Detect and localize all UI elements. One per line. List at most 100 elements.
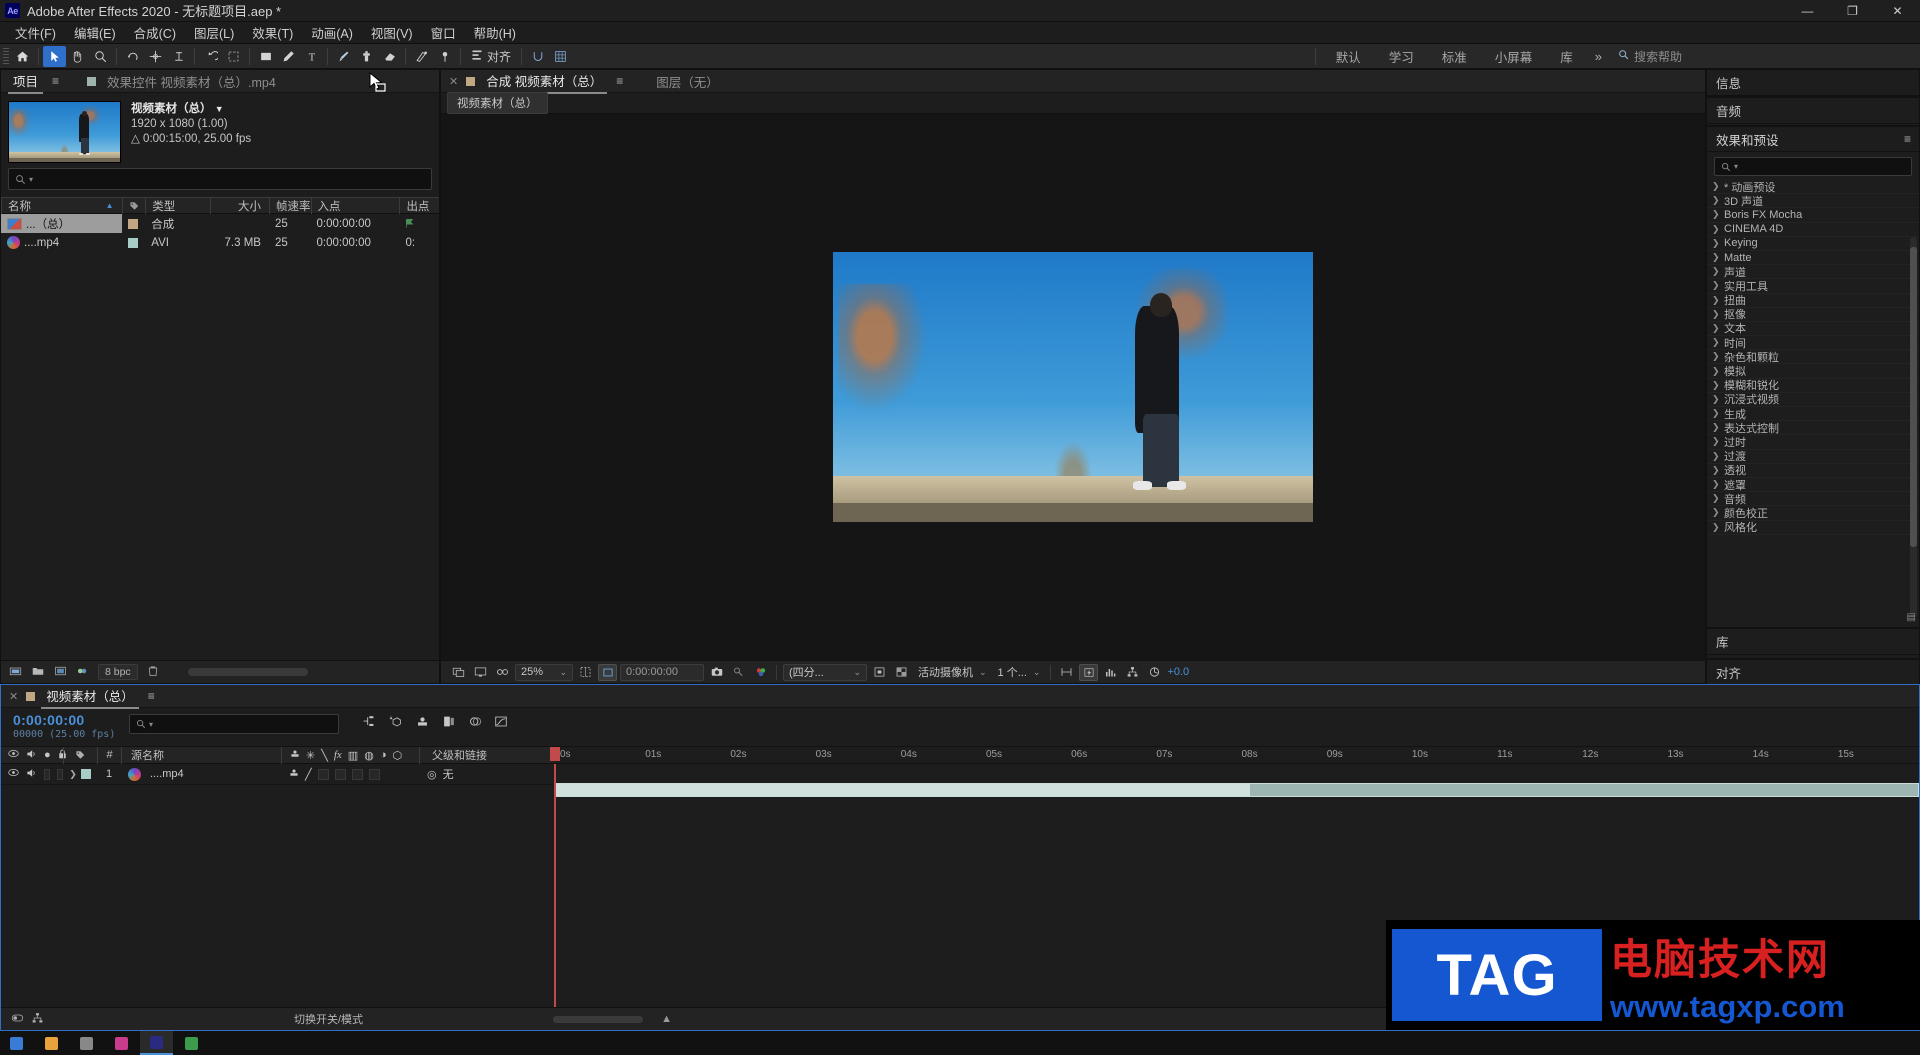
close-icon[interactable]: ✕ [449,75,458,88]
puppet-pin-tool-icon[interactable] [433,46,456,67]
tab-composition[interactable]: 合成 视频素材（总） [481,68,608,94]
search-dropdown-caret-icon[interactable]: ▾ [1734,162,1738,171]
workspace-default[interactable]: 默认 [1322,44,1375,69]
audio-icon[interactable] [26,749,37,762]
effects-icon[interactable]: fx [334,749,342,761]
exposure-reset-icon[interactable] [1145,664,1164,681]
chevron-right-icon[interactable]: ❯ [1712,280,1720,291]
column-header-type[interactable]: 类型 [145,197,209,214]
3d-glasses-icon[interactable] [493,664,512,681]
brush-tool-icon[interactable] [332,46,355,67]
menu-layer[interactable]: 图层(L) [185,21,243,44]
taskbar-item-after-effects[interactable] [140,1031,173,1055]
effects-panel-menu-icon[interactable]: ≡ [1904,132,1911,146]
menu-effect[interactable]: 效果(T) [243,21,302,44]
chevron-right-icon[interactable]: ❯ [1712,493,1720,504]
timeline-panel-menu-icon[interactable]: ≡ [148,689,155,703]
toggle-switches-modes-label[interactable]: 切换开关/模式 [294,1011,363,1027]
chevron-right-icon[interactable]: ❯ [1712,479,1720,490]
layer-adjustment-toggle[interactable] [368,768,380,780]
frame-blending-icon[interactable] [442,715,456,731]
taskbar-item-1[interactable] [35,1031,68,1055]
close-icon[interactable]: ✕ [9,690,18,703]
chevron-right-icon[interactable]: ❯ [1712,351,1720,362]
shy-icon[interactable] [290,749,300,761]
tab-timeline-comp[interactable]: 视频素材（总） [41,683,139,709]
pixel-aspect-correction-icon[interactable] [1057,664,1076,681]
menu-window[interactable]: 窗口 [422,21,465,44]
camera-select[interactable]: 活动摄像机 ⌄ [914,664,991,681]
toggle-switches-icon[interactable] [11,1012,24,1027]
timeline-current-time[interactable]: 0:00:00:00 00000 (25.00 fps) [1,708,129,740]
roto-brush-tool-icon[interactable] [410,46,433,67]
new-folder-icon[interactable]: ▤ [1907,612,1916,623]
region-of-interest-icon[interactable] [598,663,617,681]
project-search-input[interactable]: ▾ [8,168,432,190]
chevron-right-icon[interactable]: ❯ [1712,366,1720,377]
chevron-right-icon[interactable]: ❯ [1712,266,1720,277]
minimize-button[interactable]: — [1785,0,1830,22]
chevron-right-icon[interactable]: ❯ [1712,522,1720,533]
timeline-zoom-slider[interactable] [553,1015,644,1023]
resolution-select[interactable]: (四分... ⌄ [783,663,867,681]
comp-flowchart-icon[interactable] [31,1012,44,1027]
chevron-right-icon[interactable]: ❯ [1712,238,1720,249]
frame-blend-icon[interactable]: ▥ [348,749,358,762]
chevron-right-icon[interactable]: ❯ [1712,323,1720,334]
selection-tool-icon[interactable] [43,45,66,67]
zoom-out-icon[interactable]: ▲ [661,1013,672,1025]
effects-search-input[interactable]: ▾ [1714,157,1912,176]
histogram-icon[interactable] [1101,664,1120,681]
chevron-down-icon[interactable]: ▼ [215,104,224,114]
zoom-level-select[interactable]: 25% ⌄ [515,663,573,681]
table-row[interactable]: ....mp4 AVI 7.3 MB 25 0:00:00:00 0: [1,233,439,252]
info-panel-title[interactable]: 信息 [1707,70,1919,96]
row-label-cell[interactable] [122,214,146,233]
column-header-source-name[interactable]: 源名称 [121,746,281,764]
layer-motionblur-toggle[interactable] [351,768,363,780]
pen-tool-icon[interactable] [277,46,300,67]
color-depth-button[interactable]: 8 bpc [98,664,138,680]
always-preview-icon[interactable] [449,664,468,681]
effects-category-row[interactable]: ❯ Keying [1707,237,1919,251]
delete-icon[interactable] [147,665,159,680]
camera-tool-icon[interactable] [144,46,167,67]
views-select[interactable]: 1 个... ⌄ [994,664,1045,681]
project-panel-menu-icon[interactable]: ≡ [52,74,59,88]
draft-3d-icon[interactable] [388,715,403,731]
row-label-cell[interactable] [122,233,146,252]
layer-quality-toggle[interactable]: ╱ [305,768,312,781]
new-folder-icon[interactable] [9,665,22,680]
composition-mini-flowchart-icon[interactable] [361,715,376,731]
column-header-parent-link[interactable]: 父级和链接 [419,746,539,764]
align-panel-title[interactable]: 对齐 [1707,660,1919,686]
taskbar-item-3[interactable] [105,1031,138,1055]
layer-duration-bar[interactable] [554,783,1919,797]
menu-help[interactable]: 帮助(H) [465,21,525,44]
menu-composition[interactable]: 合成(C) [125,21,185,44]
taskbar-start-button[interactable] [0,1031,33,1055]
column-header-label[interactable] [121,197,146,214]
search-dropdown-caret-icon[interactable]: ▾ [29,175,33,184]
eraser-tool-icon[interactable] [378,46,401,67]
transparency-grid-icon[interactable] [892,664,911,681]
taskbar-item-2[interactable] [70,1031,103,1055]
chevron-right-icon[interactable]: ❯ [1712,181,1720,192]
tab-effect-controls[interactable]: 效果控件 视频素材（总）.mp4 [102,69,281,93]
mask-tool-icon[interactable] [222,46,245,67]
workspace-more-button[interactable]: » [1587,49,1610,64]
effects-category-row[interactable]: ❯ 3D 声道 [1707,194,1919,209]
timeline-search-input[interactable]: ▾ [129,714,339,734]
effects-scrollbar[interactable] [1910,237,1917,617]
chevron-right-icon[interactable]: ❯ [1712,507,1720,518]
3d-layer-icon[interactable]: ⬡ [392,749,402,762]
region-interest-toggle-icon[interactable] [870,664,889,681]
chevron-right-icon[interactable]: ❯ [1712,380,1720,391]
menu-edit[interactable]: 编辑(E) [65,21,125,44]
column-header-out[interactable]: 出点 [399,197,439,214]
audio-panel-title[interactable]: 音频 [1707,98,1919,124]
anchor-point-tool-icon[interactable] [167,46,190,67]
workspace-library[interactable]: 库 [1546,44,1587,69]
effects-category-row[interactable]: ❯ 风格化 [1707,521,1919,535]
column-header-name[interactable]: 名称 ▲ [1,197,122,214]
